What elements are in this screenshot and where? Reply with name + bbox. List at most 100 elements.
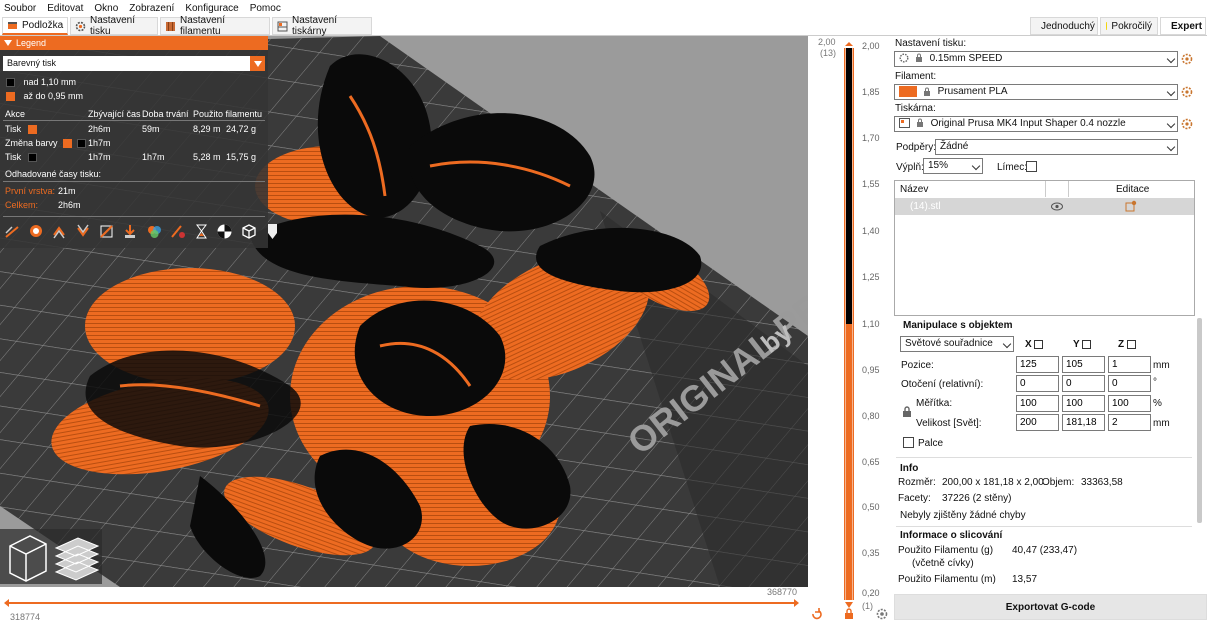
menu-window[interactable]: Okno xyxy=(94,3,118,14)
color-changes-icon[interactable] xyxy=(146,223,163,240)
filament-g-value: 40,47 (233,47) xyxy=(1012,545,1078,556)
filament-g-label: Použito Filamentu (g) xyxy=(898,545,994,556)
size-x-input[interactable] xyxy=(1016,414,1059,431)
position-y-input[interactable] xyxy=(1062,356,1105,373)
eye-icon[interactable] xyxy=(1051,202,1063,214)
tab-filament-settings[interactable]: Nastavení filamentu xyxy=(160,15,270,37)
row2-swatch-to xyxy=(76,139,86,149)
legend-range-2: až do 0,95 mm xyxy=(6,91,83,102)
legend-header[interactable]: Legend xyxy=(0,36,268,50)
info-volume-value: 33363,58 xyxy=(1081,477,1123,488)
coordinate-system-select[interactable]: Světové souřadnice xyxy=(900,336,1014,352)
position-z-input[interactable] xyxy=(1108,356,1151,373)
row3-action: Tisk xyxy=(5,152,22,162)
filament-profile-select[interactable]: Prusament PLA xyxy=(894,84,1178,100)
object-list[interactable]: Název Editace (14).stl xyxy=(894,180,1195,316)
object-row[interactable]: (14).stl xyxy=(895,198,1194,215)
tab-print-settings[interactable]: Nastavení tisku xyxy=(70,15,158,37)
scale-z-input[interactable] xyxy=(1108,395,1151,412)
center-of-gravity-icon[interactable] xyxy=(216,223,233,240)
view-preview-icon[interactable] xyxy=(50,529,102,584)
brim-checkbox[interactable] xyxy=(1026,161,1037,172)
printer-settings-gear-icon[interactable] xyxy=(1181,118,1193,130)
size-label: Velikost [Svět]: xyxy=(916,418,982,429)
lock-icon[interactable] xyxy=(843,608,855,623)
layer-slider-track[interactable] xyxy=(844,42,854,625)
infill-select[interactable]: 15% xyxy=(923,158,983,174)
retractions-icon[interactable] xyxy=(51,223,68,240)
menu-view[interactable]: Zobrazení xyxy=(129,3,174,14)
undo-arrow-icon[interactable] xyxy=(810,608,822,623)
row3-duration: 1h7m xyxy=(142,152,165,162)
size-z-input[interactable] xyxy=(1108,414,1151,431)
first-layer-label: První vrstva: xyxy=(5,186,56,196)
printer-profile-select[interactable]: Original Prusa MK4 Input Shaper 0.4 nozz… xyxy=(894,116,1178,132)
filament-settings-gear-icon[interactable] xyxy=(1181,86,1193,98)
position-x-input[interactable] xyxy=(1016,356,1059,373)
mode-expert[interactable]: Expert xyxy=(1160,17,1206,35)
edit-settings-icon[interactable] xyxy=(1125,200,1137,215)
scale-lock-icon[interactable] xyxy=(902,406,912,421)
cog-icon[interactable] xyxy=(876,608,888,623)
drop-to-bed-icon[interactable] xyxy=(1034,339,1044,349)
object-name: (14).stl xyxy=(910,201,941,212)
row2-swatch-from xyxy=(63,139,73,149)
list-divider xyxy=(1045,181,1046,197)
wipe-icon[interactable] xyxy=(28,223,45,240)
collapse-arrow-icon xyxy=(4,40,12,46)
legend-row-2: Změna barvy xyxy=(5,138,86,149)
print-profile-select[interactable]: 0.15mm SPEED xyxy=(894,51,1178,67)
menu-help[interactable]: Pomoc xyxy=(250,3,281,14)
legend-divider xyxy=(3,120,265,121)
mode-advanced[interactable]: Pokročilý xyxy=(1100,17,1158,35)
rotation-x-input[interactable] xyxy=(1016,375,1059,392)
layer-top-index: (13) xyxy=(820,48,837,58)
rotation-z-input[interactable] xyxy=(1108,375,1151,392)
menu-edit[interactable]: Editovat xyxy=(47,3,83,14)
layer-slider[interactable]: 2,00 (13) 2,00 1,85 1,70 1,55 1,40 1,25 … xyxy=(808,36,893,625)
drop-to-bed-icon[interactable] xyxy=(1126,339,1136,349)
export-gcode-button[interactable]: Exportovat G-code xyxy=(894,594,1207,620)
size-y-input[interactable] xyxy=(1062,414,1105,431)
inches-checkbox[interactable] xyxy=(903,437,914,448)
scale-y-input[interactable] xyxy=(1062,395,1105,412)
move-slider[interactable]: 368770 318774 xyxy=(0,587,808,625)
tool-changes-icon[interactable] xyxy=(122,223,139,240)
tab-plater[interactable]: Podložka xyxy=(2,17,68,35)
supports-select[interactable]: Žádné xyxy=(935,139,1178,155)
move-slider-track[interactable] xyxy=(4,598,804,608)
infill-value: 15% xyxy=(928,160,949,171)
custom-gcode-icon[interactable] xyxy=(193,223,210,240)
col-action: Akce xyxy=(5,109,26,119)
gear-icon xyxy=(75,21,86,32)
lock-icon xyxy=(916,118,923,128)
tab-printer-settings[interactable]: Nastavení tiskárny xyxy=(272,15,372,37)
drop-to-bed-icon[interactable] xyxy=(1082,339,1092,349)
print-settings-gear-icon[interactable] xyxy=(1181,53,1193,65)
sidebar-scrollbar[interactable] xyxy=(1197,318,1202,523)
estimated-times-title: Odhadované časy tisku: xyxy=(5,169,102,179)
shells-icon[interactable] xyxy=(240,223,257,240)
menu-bar: Soubor Editovat Okno Zobrazení Konfigura… xyxy=(0,0,1207,16)
view-3d-icon[interactable] xyxy=(0,529,50,584)
travel-icon[interactable] xyxy=(4,223,21,240)
rotation-y-input[interactable] xyxy=(1062,375,1105,392)
filament-m-label: Použito Filamentu (m) xyxy=(898,574,996,585)
filament-color-swatch[interactable] xyxy=(899,86,917,97)
first-layer-value: 21m xyxy=(58,186,76,196)
row1-remaining: 2h6m xyxy=(88,124,111,134)
tool-marker-icon[interactable] xyxy=(264,223,281,240)
pause-prints-icon[interactable] xyxy=(169,223,186,240)
scale-x-input[interactable] xyxy=(1016,395,1059,412)
menu-file[interactable]: Soubor xyxy=(4,3,36,14)
mode-simple[interactable]: Jednoduchý xyxy=(1030,17,1098,35)
total-label: Celkem: xyxy=(5,200,39,210)
menu-configuration[interactable]: Konfigurace xyxy=(185,3,238,14)
deretractions-icon[interactable] xyxy=(75,223,92,240)
lock-icon xyxy=(923,87,930,96)
slice-info-title: Informace o slicování xyxy=(900,530,1003,541)
seams-icon[interactable] xyxy=(98,223,115,240)
view-type-select[interactable]: Barevný tisk xyxy=(3,56,265,71)
info-title: Info xyxy=(900,463,919,474)
section-divider xyxy=(896,526,1192,527)
